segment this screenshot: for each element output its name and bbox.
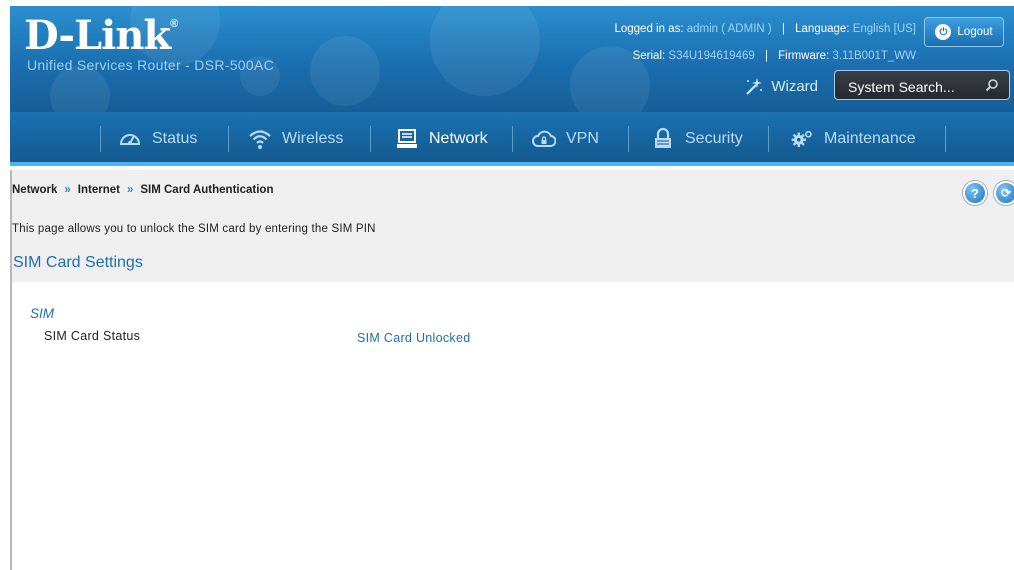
lock-icon <box>655 127 671 148</box>
header-decoration <box>430 6 540 96</box>
product-subtitle: Unified Services Router - DSR-500AC <box>27 57 275 73</box>
breadcrumb-separator: » <box>126 184 134 196</box>
system-search-input[interactable]: System Search... <box>834 70 1010 100</box>
header-banner: D-Link® Unified Services Router - DSR-50… <box>10 6 1014 112</box>
nav-divider <box>228 126 229 152</box>
magic-wand-icon <box>746 78 763 95</box>
wizard-link[interactable]: Wizard <box>743 76 818 96</box>
wizard-label: Wizard <box>771 77 818 95</box>
device-info: Serial: S34U194619469 | Firmware: 3.11B0… <box>633 50 916 62</box>
nav-label: Status <box>152 130 198 147</box>
logged-in-label: Logged in as: <box>614 23 684 35</box>
logout-label: Logout <box>957 26 993 38</box>
header-decoration <box>310 36 380 106</box>
sim-status-label: SIM Card Status <box>44 329 141 343</box>
gears-icon <box>791 130 812 147</box>
settings-panel <box>12 282 1014 570</box>
nav-vpn[interactable]: VPN <box>532 112 599 166</box>
gauge-icon <box>119 134 141 145</box>
computer-icon <box>397 129 417 148</box>
nav-divider <box>768 126 769 152</box>
login-info: Logged in as: admin ( ADMIN ) | Language… <box>614 23 916 35</box>
wifi-icon <box>249 130 271 149</box>
nav-network[interactable]: Network <box>395 112 488 166</box>
nav-maintenance[interactable]: Maintenance <box>790 112 916 166</box>
nav-divider <box>945 126 946 152</box>
nav-label: VPN <box>566 130 599 147</box>
search-icon[interactable] <box>985 78 999 92</box>
language-label: Language: <box>795 23 850 35</box>
refresh-icon[interactable]: ⟳ <box>994 181 1014 205</box>
cloud-lock-icon <box>532 130 556 147</box>
sim-status-value: SIM Card Unlocked <box>357 331 471 345</box>
nav-divider <box>370 126 371 152</box>
sim-sub-heading: SIM <box>30 306 55 321</box>
breadcrumb: Network » Internet » SIM Card Authentication <box>12 184 273 196</box>
nav-divider <box>100 126 101 152</box>
help-icon[interactable]: ? <box>963 181 987 205</box>
logo-text: D-Link <box>24 12 171 59</box>
logged-in-user: admin ( ADMIN ) <box>686 23 772 35</box>
nav-label: Security <box>685 130 743 147</box>
nav-divider <box>628 126 629 152</box>
firmware-label: Firmware: <box>778 50 830 62</box>
firmware-value: 3.11B001T_WW <box>832 50 916 62</box>
registered-mark: ® <box>170 18 178 30</box>
nav-status[interactable]: Status <box>118 112 197 166</box>
nav-label: Maintenance <box>824 130 916 147</box>
breadcrumb-item[interactable]: Internet <box>78 184 120 196</box>
nav-wireless[interactable]: Wireless <box>248 112 343 166</box>
search-placeholder: System Search... <box>848 79 955 95</box>
dlink-logo: D-Link® <box>24 12 178 59</box>
breadcrumb-current: SIM Card Authentication <box>140 184 274 196</box>
serial-label: Serial: <box>632 50 666 62</box>
nav-divider <box>512 126 513 152</box>
breadcrumb-item[interactable]: Network <box>12 184 57 196</box>
breadcrumb-separator: » <box>64 184 71 196</box>
serial-value: S34U194619469 <box>668 50 755 62</box>
section-title: SIM Card Settings <box>13 254 143 271</box>
nav-label: Wireless <box>282 130 344 147</box>
logout-button[interactable]: ⏻ Logout <box>924 17 1004 47</box>
nav-label: Network <box>429 130 488 147</box>
language-link[interactable]: English [US] <box>853 23 916 35</box>
nav-security[interactable]: Security <box>651 112 743 166</box>
power-icon: ⏻ <box>935 24 952 40</box>
info-divider: | <box>764 50 768 62</box>
page-description: This page allows you to unlock the SIM c… <box>12 223 376 235</box>
info-divider: | <box>781 23 785 35</box>
main-nav: Status Wireless Network VPN Security Mai… <box>10 112 1014 166</box>
